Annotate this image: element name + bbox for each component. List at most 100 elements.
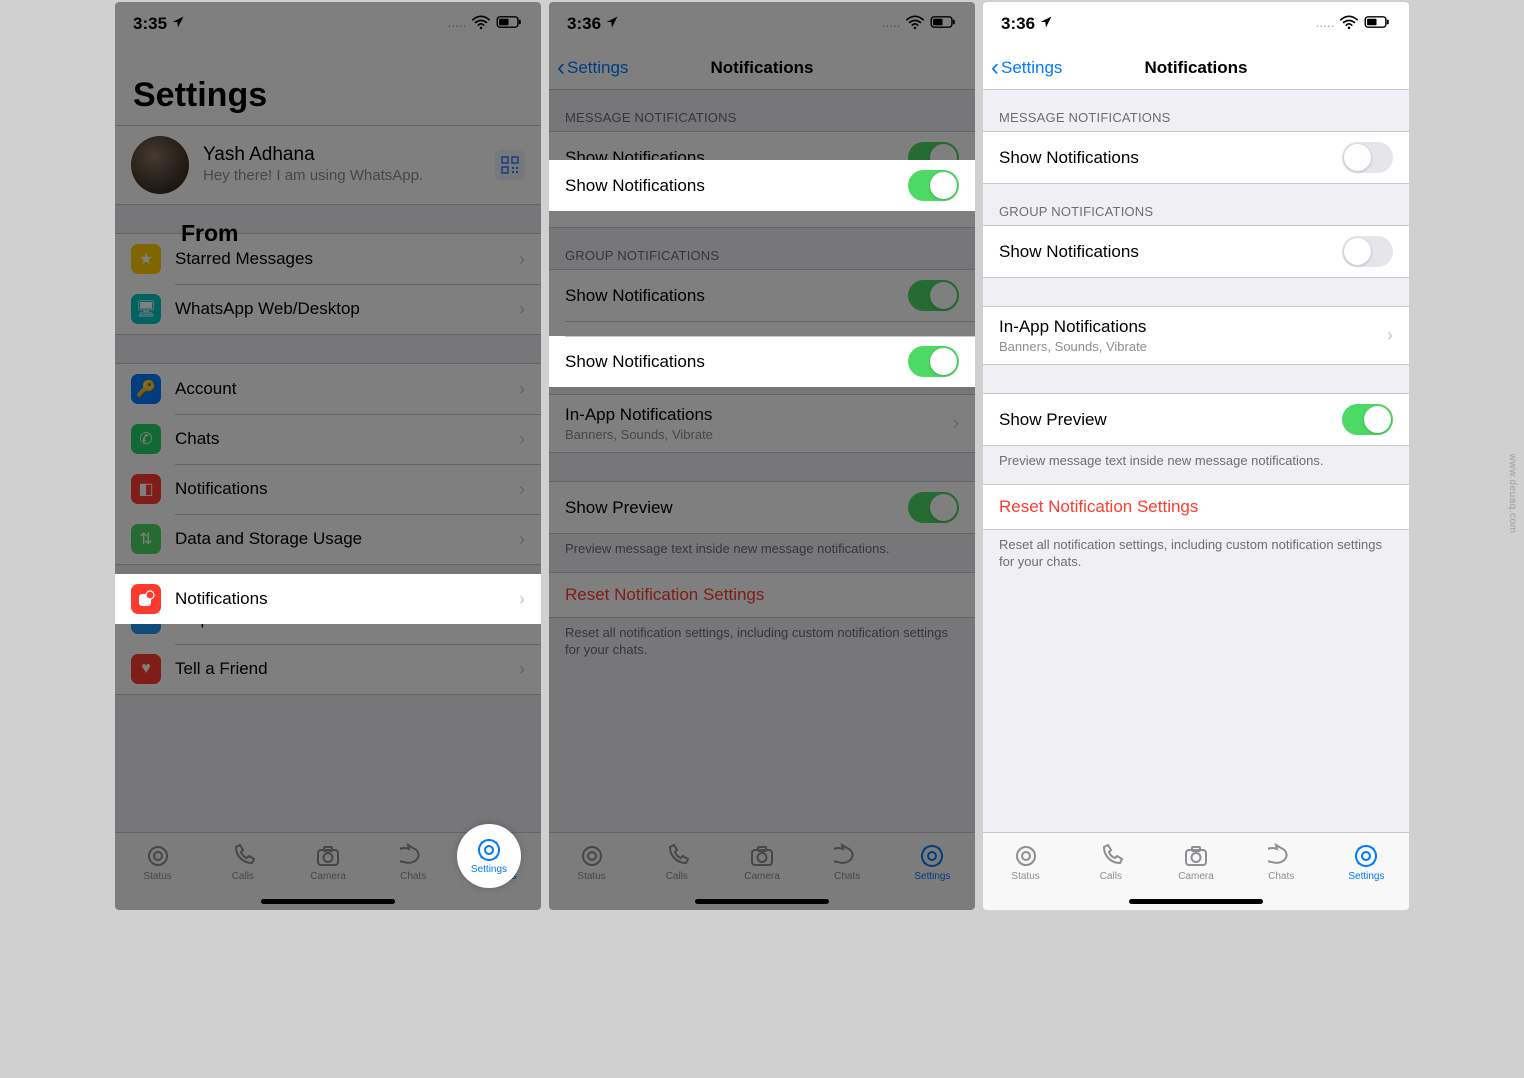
- tab-status[interactable]: Status: [983, 833, 1068, 892]
- tab-settings[interactable]: Settings: [1324, 833, 1409, 892]
- chevron-right-icon: ›: [1387, 325, 1393, 346]
- row-reset-notification-settings[interactable]: Reset Notification Settings: [983, 485, 1409, 529]
- cellular-dots-icon: .....: [1316, 19, 1335, 30]
- home-indicator: [1129, 899, 1263, 904]
- settings-list: ★Starred Messages›🖥WhatsApp Web/Desktop›…: [115, 205, 541, 832]
- nav-bar: ‹Settings Notifications: [549, 46, 975, 90]
- profile-status: Hey there! I am using WhatsApp.: [203, 167, 495, 186]
- tab-calls[interactable]: Calls: [1068, 833, 1153, 892]
- back-button[interactable]: ‹Settings: [549, 54, 628, 82]
- desktop-icon: 🖥: [131, 294, 161, 324]
- tab-chats[interactable]: Chats: [371, 833, 456, 892]
- cell-label: Tell a Friend: [175, 659, 519, 679]
- status-bar: 3:36 .....: [983, 2, 1409, 46]
- status-bar: 3:35 .....: [115, 2, 541, 46]
- row-message-show-notifications[interactable]: Show Notifications: [983, 132, 1409, 183]
- screenshot-panel-1: 3:35 ..... Settings Yash Adhana Hey ther…: [115, 2, 541, 910]
- battery-icon: [1363, 14, 1391, 35]
- chevron-right-icon: ›: [519, 429, 525, 450]
- tab-status[interactable]: Status: [115, 833, 200, 892]
- switch-group-show[interactable]: [908, 346, 959, 377]
- section-header-message: MESSAGE NOTIFICATIONS: [549, 90, 975, 131]
- profile-name: Yash Adhana: [203, 144, 495, 166]
- highlighted-notifications-row[interactable]: Notifications ›: [115, 574, 541, 624]
- settings-row-data-and-storage-usage[interactable]: ⇅Data and Storage Usage›: [115, 514, 541, 564]
- switch-group-show[interactable]: [908, 280, 959, 311]
- highlighted-row-message-show[interactable]: Show Notifications: [549, 160, 975, 211]
- home-indicator: [695, 899, 829, 904]
- highlighted-row-group-show[interactable]: Show Notifications: [549, 336, 975, 387]
- switch-group-show[interactable]: [1342, 236, 1393, 267]
- status-time: 3:36: [1001, 14, 1035, 34]
- switch-message-show[interactable]: [908, 170, 959, 201]
- highlighted-settings-tab[interactable]: Settings: [457, 824, 521, 888]
- cell-label: Data and Storage Usage: [175, 529, 519, 549]
- location-arrow-icon: [1039, 14, 1053, 34]
- settings-row-starred-messages[interactable]: ★Starred Messages›: [115, 234, 541, 284]
- location-arrow-icon: [605, 14, 619, 34]
- whatsapp-icon: ✆: [131, 424, 161, 454]
- star-icon: ★: [131, 244, 161, 274]
- cell-label: Notifications: [175, 479, 519, 499]
- chevron-right-icon: ›: [519, 379, 525, 400]
- cellular-dots-icon: .....: [882, 19, 901, 30]
- app-badge-icon: ◧: [131, 474, 161, 504]
- back-button[interactable]: ‹Settings: [983, 54, 1062, 82]
- chevron-right-icon: ›: [953, 413, 959, 434]
- chevron-right-icon: ›: [519, 529, 525, 550]
- section-header-group: GROUP NOTIFICATIONS: [983, 184, 1409, 225]
- page-title: Settings: [115, 46, 541, 125]
- chevron-right-icon: ›: [519, 299, 525, 320]
- tab-camera[interactable]: Camera: [285, 833, 370, 892]
- preview-footer: Preview message text inside new message …: [983, 446, 1409, 478]
- row-group-show-notifications[interactable]: Show Notifications: [549, 270, 975, 321]
- tab-calls[interactable]: Calls: [200, 833, 285, 892]
- tab-camera[interactable]: Camera: [719, 833, 804, 892]
- settings-row-tell-a-friend[interactable]: ♥Tell a Friend›: [115, 644, 541, 694]
- cell-label: Chats: [175, 429, 519, 449]
- row-in-app-notifications[interactable]: In-App Notifications Banners, Sounds, Vi…: [983, 307, 1409, 364]
- chevron-right-icon: ›: [519, 589, 525, 610]
- row-reset-notification-settings[interactable]: Reset Notification Settings: [549, 573, 975, 617]
- watermark: www.deuaq.com: [1507, 454, 1518, 534]
- cell-label: WhatsApp Web/Desktop: [175, 299, 519, 319]
- home-indicator: [261, 899, 395, 904]
- battery-icon: [495, 14, 523, 35]
- settings-row-whatsapp-web-desktop[interactable]: 🖥 WhatsApp Web/Desktop›: [115, 284, 541, 334]
- tab-chats[interactable]: Chats: [1239, 833, 1324, 892]
- row-in-app-notifications[interactable]: In-App Notifications Banners, Sounds, Vi…: [549, 395, 975, 452]
- chevron-right-icon: ›: [519, 479, 525, 500]
- qr-code-icon[interactable]: [495, 150, 525, 180]
- reset-footer: Reset all notification settings, includi…: [983, 530, 1409, 579]
- screenshot-panel-2: 3:36 ..... ‹Settings Notifications MESSA…: [549, 2, 975, 910]
- row-show-preview[interactable]: Show Preview: [549, 482, 975, 533]
- cell-label: Starred Messages: [175, 249, 519, 269]
- switch-show-preview[interactable]: [1342, 404, 1393, 435]
- tab-chats[interactable]: Chats: [805, 833, 890, 892]
- cell-label: Notifications: [175, 589, 519, 609]
- tab-camera[interactable]: Camera: [1153, 833, 1238, 892]
- cell-label: Account: [175, 379, 519, 399]
- battery-icon: [929, 14, 957, 35]
- status-bar: 3:36 .....: [549, 2, 975, 46]
- tab-status[interactable]: Status: [549, 833, 634, 892]
- profile-row[interactable]: Yash Adhana Hey there! I am using WhatsA…: [115, 125, 541, 205]
- section-header-message: MESSAGE NOTIFICATIONS: [983, 90, 1409, 131]
- settings-row-chats[interactable]: ✆ Chats›: [115, 414, 541, 464]
- heart-icon: ♥: [131, 654, 161, 684]
- switch-message-show[interactable]: [1342, 142, 1393, 173]
- switch-show-preview[interactable]: [908, 492, 959, 523]
- status-time: 3:36: [567, 14, 601, 34]
- settings-row-account[interactable]: 🔑Account›: [115, 364, 541, 414]
- status-time: 3:35: [133, 14, 167, 34]
- tab-settings[interactable]: Settings: [890, 833, 975, 892]
- wifi-icon: [1339, 14, 1359, 35]
- chevron-left-icon: ‹: [557, 54, 565, 82]
- settings-row-notifications[interactable]: ◧ Notifications›: [115, 464, 541, 514]
- nav-bar: ‹Settings Notifications: [983, 46, 1409, 90]
- row-show-preview[interactable]: Show Preview: [983, 394, 1409, 445]
- row-group-show-notifications[interactable]: Show Notifications: [983, 226, 1409, 277]
- tab-calls[interactable]: Calls: [634, 833, 719, 892]
- app-badge-icon: [131, 584, 161, 614]
- chevron-left-icon: ‹: [991, 54, 999, 82]
